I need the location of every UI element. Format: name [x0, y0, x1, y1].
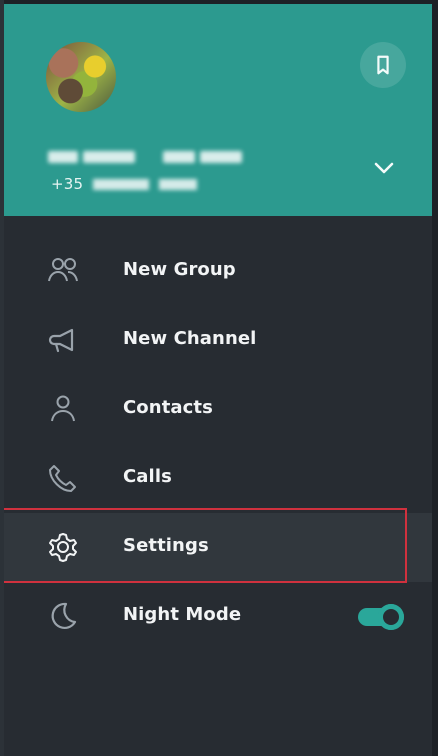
- megaphone-icon: [46, 323, 80, 357]
- menu-item-label: Calls: [123, 466, 172, 487]
- menu-item-settings[interactable]: Settings: [4, 508, 432, 583]
- toggle-knob: [378, 604, 404, 630]
- phone-prefix: +35: [51, 175, 84, 193]
- menu-item-label: Night Mode: [123, 604, 242, 625]
- avatar[interactable]: [46, 42, 116, 112]
- expand-accounts-button[interactable]: [366, 150, 402, 186]
- menu-item-calls[interactable]: Calls: [4, 444, 432, 513]
- gear-icon: [46, 530, 80, 564]
- menu-item-label: New Channel: [123, 328, 257, 349]
- menu-item-label: Settings: [123, 535, 209, 556]
- menu-item-label: New Group: [123, 259, 236, 280]
- bookmark-icon: [377, 55, 389, 75]
- menu-item-label: Contacts: [123, 397, 213, 418]
- chevron-down-icon: [374, 162, 394, 174]
- group-icon: [46, 254, 80, 288]
- menu-item-new-group[interactable]: New Group: [4, 237, 432, 306]
- saved-messages-button[interactable]: [360, 42, 406, 88]
- moon-icon: [46, 599, 80, 633]
- menu-item-new-channel[interactable]: New Channel: [4, 306, 432, 375]
- menu-item-contacts[interactable]: Contacts: [4, 375, 432, 444]
- night-mode-toggle[interactable]: [358, 604, 404, 630]
- account-header: +35: [4, 4, 432, 216]
- person-icon: [46, 392, 80, 426]
- phone-icon: [46, 461, 80, 495]
- user-name-redacted: [48, 148, 242, 166]
- side-menu-panel: +35 New Group New Channel Contacts Calls…: [4, 4, 432, 756]
- main-menu: New Group New Channel Contacts Calls Set…: [4, 237, 432, 651]
- menu-item-night-mode[interactable]: Night Mode: [4, 582, 432, 651]
- phone-number-row: +35: [51, 174, 198, 194]
